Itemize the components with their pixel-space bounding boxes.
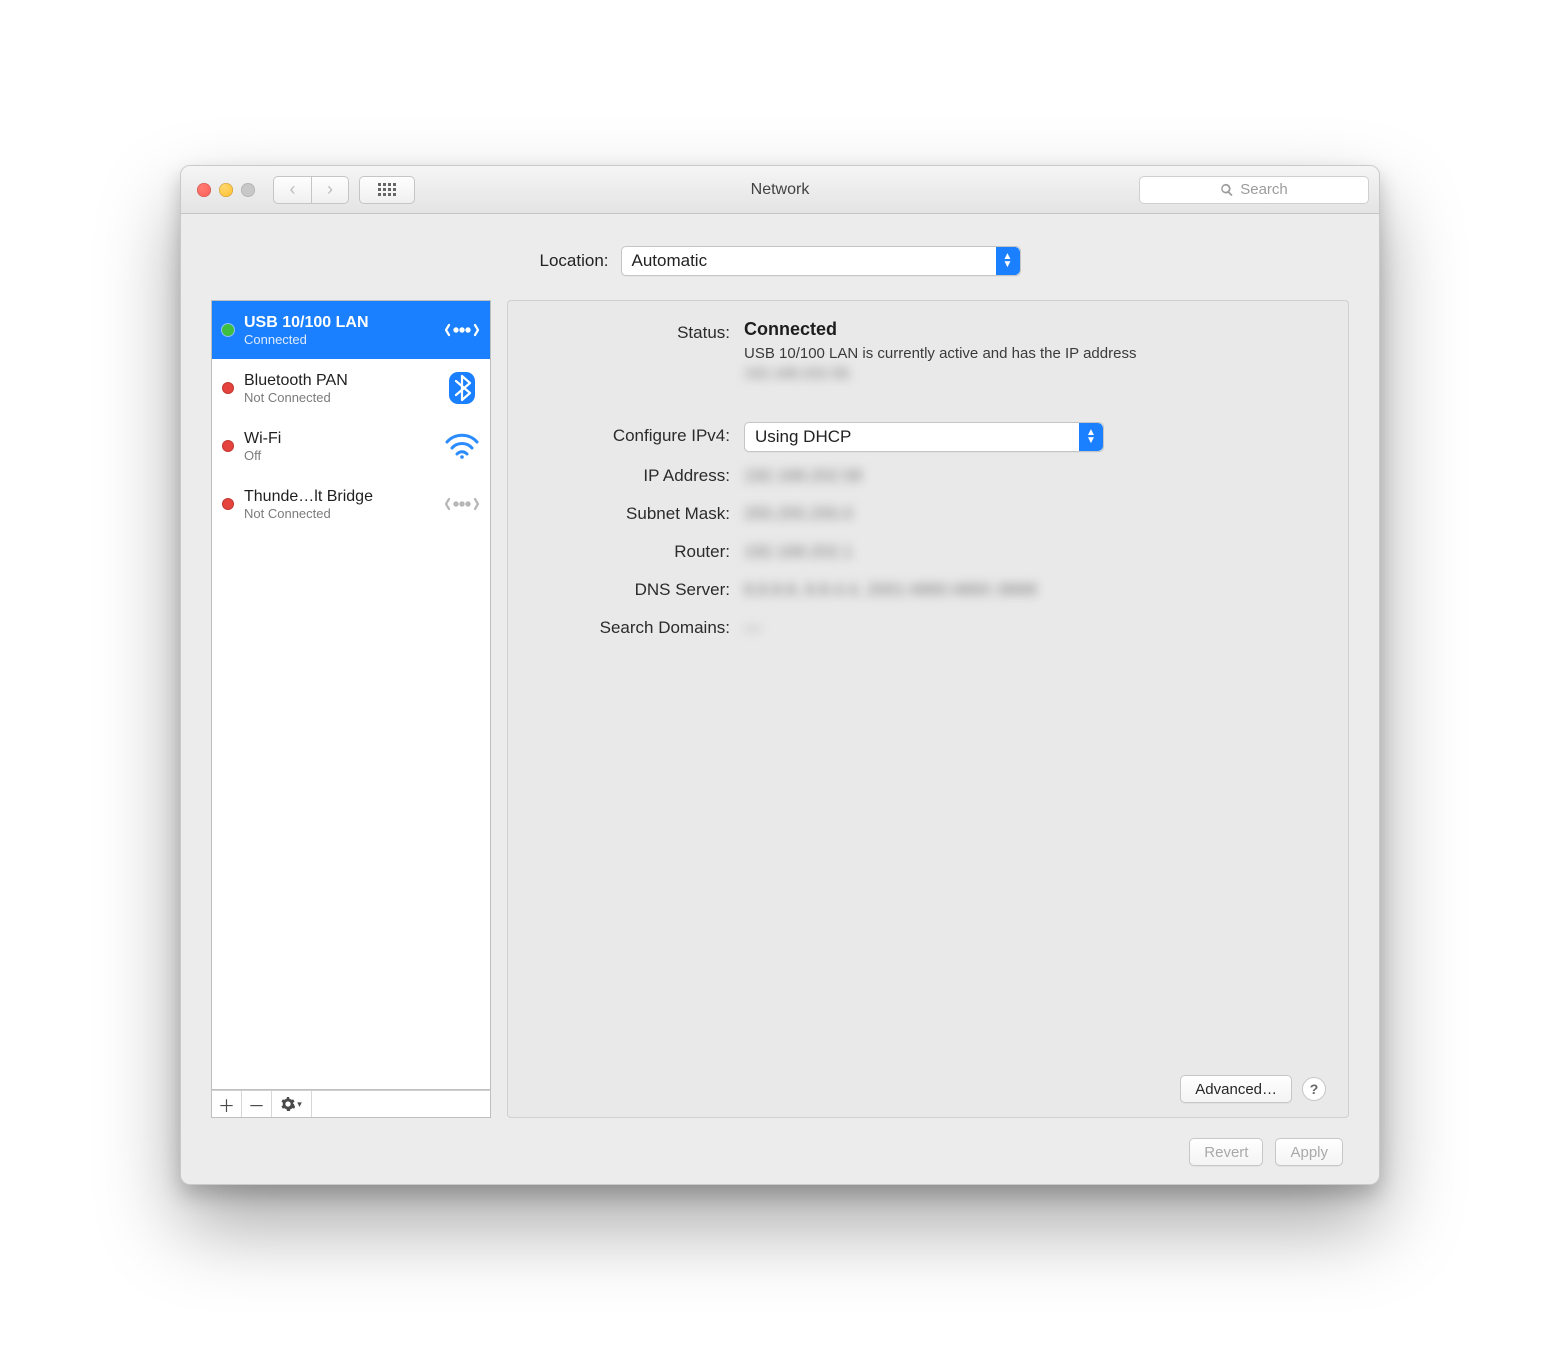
status-label: Status: (530, 319, 730, 347)
ethernet-icon (444, 312, 480, 348)
apply-button[interactable]: Apply (1275, 1138, 1343, 1166)
search-icon (1220, 183, 1234, 197)
show-all-prefs-button[interactable] (359, 176, 415, 204)
add-interface-button[interactable]: ＋ (212, 1091, 242, 1117)
advanced-button[interactable]: Advanced… (1180, 1075, 1292, 1103)
configure-ipv4-value: Using DHCP (755, 423, 851, 451)
interface-name: Bluetooth PAN (244, 372, 434, 390)
interface-name: Wi-Fi (244, 430, 434, 448)
nav-back-forward: ‹ › (273, 176, 349, 204)
location-select[interactable]: Automatic ▲▼ (621, 246, 1021, 276)
ethernet-icon (444, 486, 480, 522)
subnet-mask-value: 255.255.255.0 (744, 504, 853, 523)
interface-name: USB 10/100 LAN (244, 314, 434, 332)
select-arrows-icon: ▲▼ (996, 247, 1020, 275)
router-label: Router: (530, 538, 730, 566)
content-area: Location: Automatic ▲▼ USB 10/100 LAN Co… (181, 214, 1379, 1184)
sidebar-item-thunderbolt-bridge[interactable]: Thunde…lt Bridge Not Connected (212, 475, 490, 533)
minimize-window-button[interactable] (219, 183, 233, 197)
remove-interface-button[interactable]: － (242, 1091, 272, 1117)
status-dot-off-icon (222, 498, 234, 510)
search-input[interactable]: Search (1139, 176, 1369, 204)
grid-icon (378, 183, 396, 196)
sidebar-footer: ＋ － ▾ (211, 1090, 491, 1118)
ip-address-value: 192.168.202.58 (744, 466, 862, 485)
select-arrows-icon: ▲▼ (1079, 423, 1103, 451)
forward-button[interactable]: › (311, 176, 349, 204)
interface-actions-menu[interactable]: ▾ (272, 1091, 312, 1117)
status-value: Connected (744, 319, 1326, 340)
location-value: Automatic (632, 251, 708, 271)
router-value: 192.168.202.1 (744, 542, 853, 561)
dns-server-value: 8.8.8.8, 8.8.4.4, 2001:4860:4860::8888 (744, 580, 1037, 599)
status-dot-off-icon (222, 382, 234, 394)
wifi-icon (444, 428, 480, 464)
location-row: Location: Automatic ▲▼ (211, 244, 1349, 300)
status-description: USB 10/100 LAN is currently active and h… (744, 344, 1184, 384)
chevron-down-icon: ▾ (297, 1099, 302, 1110)
sidebar-item-wifi[interactable]: Wi-Fi Off (212, 417, 490, 475)
network-preferences-window: ‹ › Network Search (180, 165, 1380, 1185)
subnet-mask-label: Subnet Mask: (530, 500, 730, 528)
zoom-window-button[interactable] (241, 183, 255, 197)
close-window-button[interactable] (197, 183, 211, 197)
interfaces-sidebar: USB 10/100 LAN Connected (211, 300, 491, 1118)
configure-ipv4-label: Configure IPv4: (530, 422, 730, 450)
status-dot-connected-icon (222, 324, 234, 336)
status-dot-off-icon (222, 440, 234, 452)
location-label: Location: (540, 251, 609, 271)
detail-panel: Status: Connected USB 10/100 LAN is curr… (507, 300, 1349, 1118)
help-button[interactable]: ? (1302, 1077, 1326, 1101)
titlebar: ‹ › Network Search (181, 166, 1379, 214)
sidebar-item-usb-lan[interactable]: USB 10/100 LAN Connected (212, 301, 490, 359)
interface-status: Not Connected (244, 390, 434, 405)
bluetooth-icon (444, 370, 480, 406)
interface-status: Not Connected (244, 506, 434, 521)
bottom-button-bar: Revert Apply (211, 1118, 1349, 1166)
window-controls (197, 183, 255, 197)
interface-name: Thunde…lt Bridge (244, 488, 434, 506)
configure-ipv4-select[interactable]: Using DHCP ▲▼ (744, 422, 1104, 452)
search-domains-value: — (744, 618, 761, 637)
interface-status: Connected (244, 332, 434, 347)
search-placeholder: Search (1240, 181, 1288, 198)
revert-button[interactable]: Revert (1189, 1138, 1263, 1166)
search-domains-label: Search Domains: (530, 614, 730, 642)
back-button[interactable]: ‹ (273, 176, 311, 204)
ip-address-label: IP Address: (530, 462, 730, 490)
gear-icon (281, 1097, 295, 1111)
sidebar-item-bluetooth-pan[interactable]: Bluetooth PAN Not Connected (212, 359, 490, 417)
interface-status: Off (244, 448, 434, 463)
dns-server-label: DNS Server: (530, 576, 730, 604)
interfaces-list: USB 10/100 LAN Connected (211, 300, 491, 1090)
